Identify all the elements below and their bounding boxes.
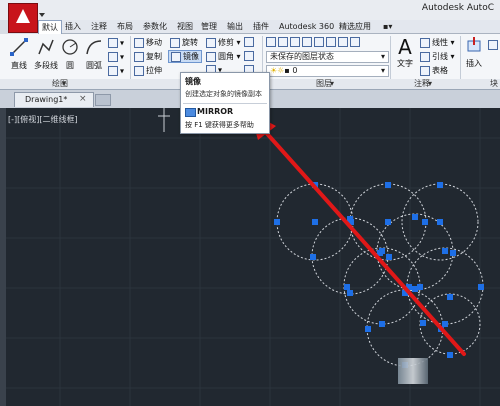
new-tab-button[interactable] [95, 94, 111, 106]
copy-label: 复制 [146, 52, 162, 61]
trim-label: 修剪 [218, 38, 234, 47]
move-label: 移动 [146, 38, 162, 47]
panel-label-block[interactable]: 块 [490, 79, 498, 89]
insert-icon [467, 37, 481, 52]
tooltip-divider [183, 103, 267, 104]
title-bar: Autodesk AutoC [0, 0, 500, 20]
stretch-label: 拉伸 [146, 66, 162, 75]
mirror-tool[interactable]: 镜像 [168, 50, 202, 63]
trim-tool[interactable]: 修剪 ▾ [206, 37, 241, 48]
linear-label: 线性 [432, 38, 448, 47]
stretch-tool[interactable]: 拉伸 [134, 65, 162, 76]
text-label: 文字 [397, 59, 413, 68]
tab-overflow-icon[interactable]: ▪▾ [380, 20, 396, 33]
arc-icon [86, 40, 102, 55]
polyline-tool[interactable]: 多段线 [32, 38, 60, 71]
drawing-svg [0, 108, 500, 406]
chevron-down-icon [39, 13, 45, 17]
block-extra-tools[interactable] [488, 40, 500, 50]
mirror-label: 镜像 [183, 52, 199, 61]
polyline-label: 多段线 [34, 61, 58, 70]
tab-layout[interactable]: 布局 [114, 20, 136, 33]
polyline-icon [38, 39, 54, 55]
rotate-tool[interactable]: 旋转 [170, 37, 198, 48]
rotate-label: 旋转 [182, 38, 198, 47]
fillet-tool[interactable]: 圆角 ▾ [206, 51, 241, 62]
layer-icons-row[interactable] [266, 37, 362, 47]
arc-label: 圆弧 [86, 61, 102, 70]
table-label: 表格 [432, 66, 448, 75]
linear-dim-tool[interactable]: 线性 ▾ [420, 37, 455, 48]
tab-annotate[interactable]: 注释 [88, 20, 110, 33]
viewport-label[interactable]: [-][俯视][二维线框] [8, 114, 78, 125]
circle-9 [419, 293, 481, 355]
layer-dropdown[interactable]: ☀☼▪ 0 ▾ [266, 65, 389, 77]
arc-tool[interactable]: 圆弧 [82, 38, 106, 71]
line-icon [10, 38, 28, 56]
tooltip-description: 创建选定对象的镜像副本 [185, 90, 262, 98]
layer-current-value: 0 [292, 66, 298, 75]
hatch-tool[interactable]: ▾ [108, 52, 124, 62]
circle-8 [366, 289, 444, 367]
tab-insert[interactable]: 插入 [62, 20, 84, 33]
tab-view[interactable]: 视图 [174, 20, 196, 33]
line-label: 直线 [11, 61, 27, 70]
close-icon[interactable]: × [79, 94, 87, 104]
region-tool[interactable]: ▾ [108, 66, 124, 76]
canvas-left-strip [0, 108, 6, 406]
text-icon: A [398, 35, 412, 59]
table-tool[interactable]: 表格 [420, 65, 448, 76]
pencil-tool[interactable] [244, 37, 256, 47]
move-tool[interactable]: 移动 [134, 37, 162, 48]
tab-output[interactable]: 输出 [224, 20, 246, 33]
tab-featured-apps[interactable]: 精选应用 [336, 20, 374, 33]
text-tool[interactable]: A 文字 [394, 36, 416, 69]
line-tool[interactable]: 直线 [6, 38, 32, 71]
circle-tool[interactable]: 圆 [58, 38, 82, 71]
mirror-tooltip: 镜像 创建选定对象的镜像副本 MIRROR 按 F1 键获得更多帮助 [180, 72, 270, 134]
command-icon [185, 108, 196, 117]
insert-label: 插入 [466, 59, 482, 68]
tooltip-help: 按 F1 键获得更多帮助 [185, 121, 254, 129]
app-title: Autodesk AutoC [421, 3, 494, 13]
document-tab[interactable]: Drawing1* × [14, 92, 94, 107]
tab-manage[interactable]: 管理 [198, 20, 220, 33]
leader-label: 引线 [432, 52, 448, 61]
circle-5 [376, 213, 454, 291]
tab-default[interactable]: 默认 [38, 20, 62, 34]
fillet-label: 圆角 [218, 52, 234, 61]
circle-label: 圆 [66, 61, 74, 70]
tab-parametric[interactable]: 参数化 [140, 20, 170, 33]
annotation-arrow [260, 126, 466, 356]
rectangle-tool[interactable]: ▾ [108, 38, 124, 48]
tooltip-command: MIRROR [197, 107, 234, 116]
layer-state-dropdown[interactable]: 未保存的图层状态 ▾ [266, 51, 389, 63]
mirror-icon [171, 51, 181, 62]
leader-tool[interactable]: 引线 ▾ [420, 51, 455, 62]
explode-tool[interactable] [244, 51, 256, 61]
ribbon-tab-bar: 默认 插入 注释 布局 参数化 视图 管理 输出 插件 Autodesk 360… [38, 20, 500, 34]
circle-icon [62, 39, 78, 55]
tab-autodesk360[interactable]: Autodesk 360 [276, 20, 337, 33]
drawing-canvas[interactable] [0, 108, 500, 406]
tooltip-title: 镜像 [185, 77, 201, 86]
insert-block-tool[interactable]: 插入 [462, 36, 486, 69]
autocad-logo-icon[interactable] [8, 3, 45, 33]
copy-tool[interactable]: 复制 [134, 51, 162, 62]
layer-state-value: 未保存的图层状态 [270, 52, 334, 61]
tab-plugins[interactable]: 插件 [250, 20, 272, 33]
document-tab-title: Drawing1* [25, 95, 68, 104]
